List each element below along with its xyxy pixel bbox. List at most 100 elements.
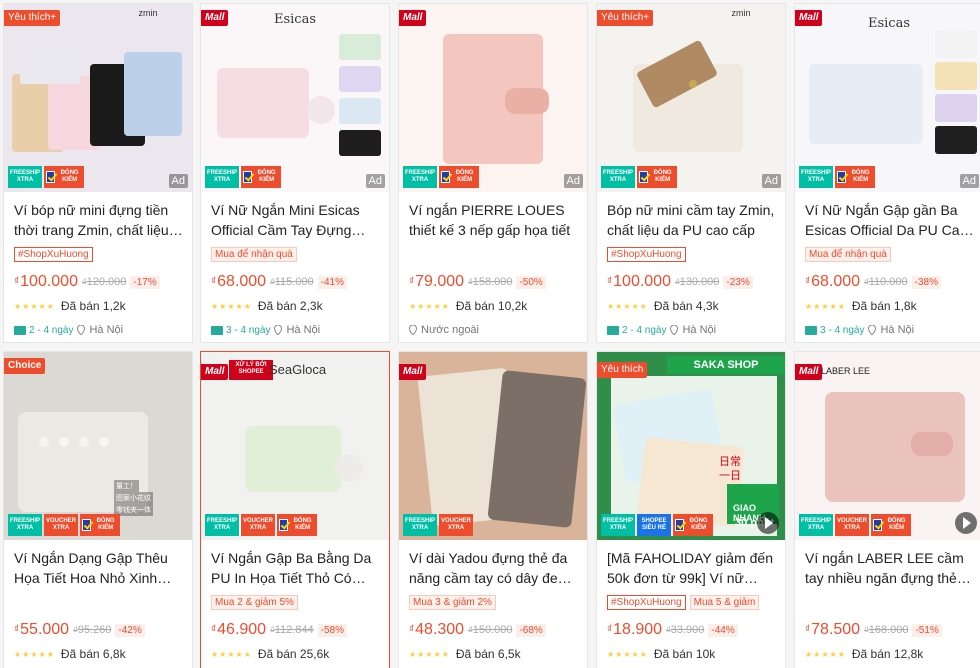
- star-rating-icon: ★★★★★: [14, 301, 55, 311]
- location: Nước ngoài: [421, 324, 479, 336]
- freeship-chip: FREESHIP XTRA: [601, 514, 635, 536]
- video-play-icon[interactable]: [955, 512, 977, 534]
- product-card[interactable]: Mall Esicas FREESHIP XTRA ĐÓNG KIỂM Ad V…: [200, 3, 390, 343]
- tag: #ShopXuHuong: [607, 247, 686, 262]
- ad-label: Ad: [959, 174, 979, 188]
- discount-badge: -44%: [708, 623, 738, 637]
- product-title[interactable]: Ví Ngắn Dạng Gập Thêu Họa Tiết Hoa Nhỏ X…: [14, 548, 184, 588]
- product-image[interactable]: Mall FREESHIP XTRA ĐÓNG KIỂM Ad: [399, 4, 587, 192]
- wallet-illustration: [4, 4, 192, 192]
- mall-badge: Mall: [399, 10, 427, 26]
- shop-banner: SAKA SHOP: [667, 356, 785, 374]
- freeship-chip: FREESHIP XTRA: [8, 166, 42, 188]
- product-title[interactable]: Ví Nữ Ngắn Gập gần Ba Esicas Official Da…: [805, 200, 975, 240]
- inspection-chip: ĐÓNG KIỂM: [673, 514, 713, 536]
- checkbox-icon: [675, 519, 685, 531]
- star-rating-icon: ★★★★★: [211, 301, 252, 311]
- discount-badge: -42%: [115, 623, 145, 637]
- choice-badge: Choice: [4, 358, 46, 374]
- product-image[interactable]: SAKA SHOP Yêu thích 日常 一日 GIAO NHANH 30 …: [597, 352, 785, 540]
- freeship-chip: FREESHIP XTRA: [205, 166, 239, 188]
- product-image[interactable]: Mall LABER LEE FREESHIP XTRA VOUCHER XTR…: [795, 352, 980, 540]
- wallet-illustration: [399, 352, 587, 540]
- promo-strip: FREESHIP XTRA VOUCHER XTRA ĐÓNG KIỂM: [8, 514, 120, 536]
- location-pin-icon: [77, 325, 86, 335]
- tag: Mua 2 & giảm 5%: [211, 595, 298, 610]
- wallet-illustration: [201, 352, 389, 540]
- inspection-chip: ĐÓNG KIỂM: [835, 166, 875, 188]
- product-card[interactable]: Mall FREESHIP XTRA VOUCHER XTRA Ví dài Y…: [398, 351, 588, 668]
- product-title[interactable]: Ví dài Yadou đựng thẻ đa năng cầm tay có…: [409, 548, 579, 588]
- sold-count: Đã bán 25,6k: [257, 647, 330, 661]
- sold-count: Đã bán 1,8k: [851, 299, 917, 313]
- freeship-chip: FREESHIP XTRA: [403, 514, 437, 536]
- location: Hà Nội: [880, 324, 915, 336]
- product-card[interactable]: Yêu thích+ zmin FREESHIP XTRA ĐÓNG KIỂM …: [596, 3, 786, 343]
- discount-badge: -51%: [912, 623, 942, 637]
- wallet-illustration: [4, 352, 192, 540]
- discount-badge: -41%: [317, 275, 348, 289]
- location-pin-icon: [868, 325, 877, 335]
- product-title[interactable]: [Mã FAHOLIDAY giảm đến 50k đơn từ 99k] V…: [607, 548, 777, 588]
- freeship-chip: FREESHIP XTRA: [205, 514, 239, 536]
- truck-icon: [14, 325, 26, 335]
- sold-count: Đã bán 1,2k: [60, 299, 126, 313]
- product-image[interactable]: Mall Esicas FREESHIP XTRA ĐÓNG KIỂM Ad: [201, 4, 389, 192]
- ad-label: Ad: [761, 174, 781, 188]
- product-card[interactable]: Mall XỬ LÝ BỞI SHOPEE SeaGloca FREESHIP …: [200, 351, 390, 668]
- star-rating-icon: ★★★★★: [409, 649, 450, 659]
- product-image[interactable]: Mall FREESHIP XTRA VOUCHER XTRA: [399, 352, 587, 540]
- product-image[interactable]: Mall Esicas FREESHIP XTRA ĐÓNG KIỂM Ad: [795, 4, 980, 192]
- old-price: ₫112.844: [270, 624, 314, 636]
- voucher-chip: VOUCHER XTRA: [439, 514, 473, 536]
- tag: Mua để nhận quà: [805, 247, 891, 262]
- product-title[interactable]: Ví Nữ Ngắn Mini Esicas Official Cầm Tay …: [211, 200, 381, 240]
- location-pin-icon: [274, 325, 283, 335]
- product-title[interactable]: Ví Ngắn Gập Ba Bằng Da PU In Họa Tiết Th…: [211, 548, 381, 588]
- truck-icon: [805, 325, 817, 335]
- product-title[interactable]: Ví ngắn LABER LEE cầm tay nhiều ngăn đựn…: [805, 548, 975, 588]
- wallet-illustration: [597, 4, 785, 192]
- checkbox-icon: [82, 519, 92, 531]
- mall-badge: Mall: [201, 364, 229, 380]
- product-card[interactable]: Mall LABER LEE FREESHIP XTRA VOUCHER XTR…: [794, 351, 980, 668]
- product-card[interactable]: Choice 量工！ 图案小花纹 零钱夹一体 FREESHIP XTRA VOU…: [3, 351, 193, 668]
- location-pin-icon: [409, 325, 417, 335]
- promo-strip: FREESHIP XTRA ĐÓNG KIỂM: [205, 166, 281, 188]
- price: ₫55.000: [14, 621, 70, 638]
- brand-logo: Esicas: [273, 12, 317, 27]
- old-price: ₫120.000: [81, 276, 127, 288]
- product-image[interactable]: Mall XỬ LÝ BỞI SHOPEE SeaGloca FREESHIP …: [201, 352, 389, 540]
- product-card[interactable]: Mall Esicas FREESHIP XTRA ĐÓNG KIỂM Ad V…: [794, 3, 980, 343]
- sold-count: Đã bán 2,3k: [257, 299, 323, 313]
- product-card[interactable]: SAKA SHOP Yêu thích 日常 一日 GIAO NHANH 30 …: [596, 351, 786, 668]
- product-image[interactable]: Choice 量工！ 图案小花纹 零钱夹一体 FREESHIP XTRA VOU…: [4, 352, 192, 540]
- product-card[interactable]: Yêu thích+ zmin FREESHIP XTRA ĐÓNG KIỂM …: [3, 3, 193, 343]
- star-rating-icon: ★★★★★: [805, 301, 846, 311]
- product-title[interactable]: Ví ngắn PIERRE LOUES thiết kế 3 nếp gấp …: [409, 200, 579, 240]
- super-cheap-chip: SHOPEE SIÊU RẺ: [637, 514, 671, 536]
- freeship-chip: FREESHIP XTRA: [601, 166, 635, 188]
- location: Hà Nội: [89, 324, 124, 336]
- wallet-illustration: [795, 352, 980, 540]
- location-pin-icon: [670, 325, 679, 335]
- video-play-icon[interactable]: [757, 512, 779, 534]
- product-title[interactable]: Ví bóp nữ mini đựng tiền thời trang Zmin…: [14, 200, 184, 240]
- price: ₫68.000: [805, 273, 861, 290]
- brand-logo: LABER LEE: [821, 366, 871, 376]
- product-image[interactable]: Yêu thích+ zmin FREESHIP XTRA ĐÓNG KIỂM …: [597, 4, 785, 192]
- voucher-chip: VOUCHER XTRA: [44, 514, 78, 536]
- discount-badge: -38%: [911, 275, 942, 289]
- freeship-chip: FREESHIP XTRA: [799, 514, 833, 536]
- product-title[interactable]: Bóp nữ mini cầm tay Zmin, chất liệu da P…: [607, 200, 777, 240]
- discount-badge: -23%: [723, 275, 753, 289]
- inspection-chip: ĐÓNG KIỂM: [871, 514, 911, 536]
- discount-badge: -58%: [317, 623, 348, 637]
- favorite-badge: Yêu thích+: [4, 10, 61, 26]
- product-card[interactable]: Mall FREESHIP XTRA ĐÓNG KIỂM Ad Ví ngắn …: [398, 3, 588, 343]
- star-rating-icon: ★★★★★: [409, 301, 450, 311]
- promo-strip: FREESHIP XTRA VOUCHER XTRA ĐÓNG KIỂM: [205, 514, 317, 536]
- brand-logo: SeaGloca: [269, 362, 327, 377]
- product-image[interactable]: Yêu thích+ zmin FREESHIP XTRA ĐÓNG KIỂM …: [4, 4, 192, 192]
- star-rating-icon: ★★★★★: [805, 649, 846, 659]
